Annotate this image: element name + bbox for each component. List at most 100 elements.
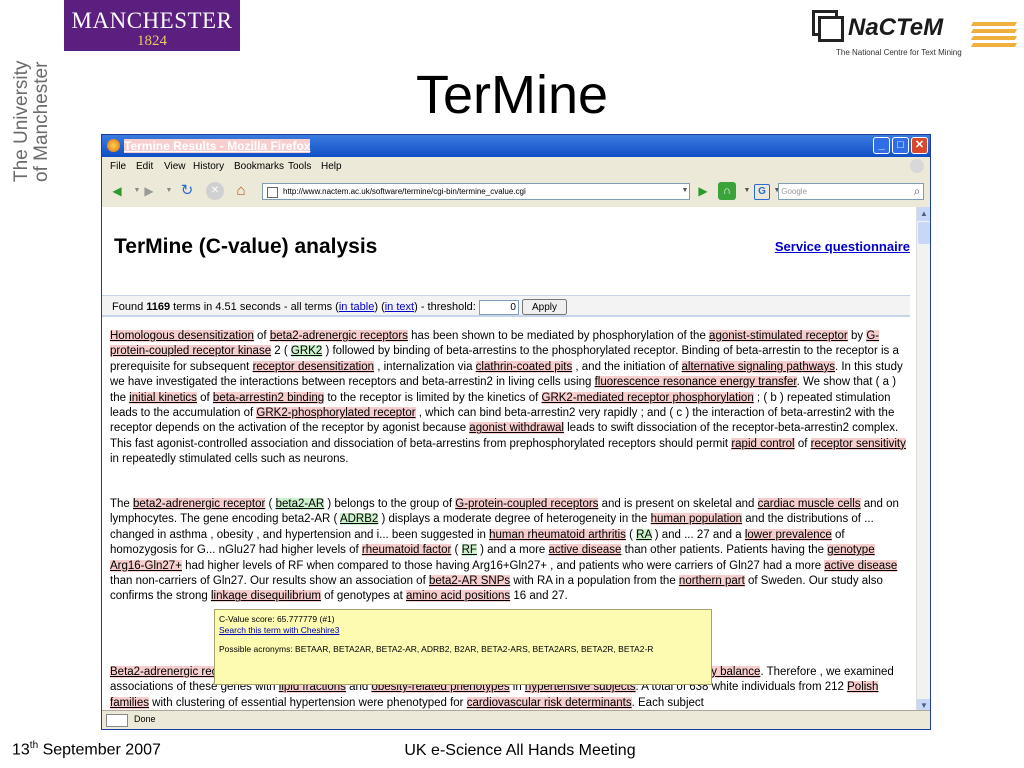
found-mid: terms in 4.51 seconds - all terms ( — [170, 301, 339, 313]
acronym-highlight[interactable]: ADRB2 — [339, 513, 379, 526]
acronym-highlight[interactable]: RF — [461, 544, 477, 557]
cheshire-search-link[interactable]: Search this term with Cheshire3 — [219, 625, 707, 636]
in-text-link[interactable]: in text — [385, 301, 414, 313]
plain-text: ) and ... 27 and a — [651, 528, 745, 541]
maximize-button[interactable]: □ — [892, 137, 909, 154]
url-dropdown-icon[interactable]: ▼ — [676, 182, 694, 200]
apply-button[interactable]: Apply — [521, 299, 567, 316]
plain-text: of — [253, 330, 270, 342]
footer-date: 13th September 2007 — [12, 740, 161, 759]
menu-help[interactable]: Help — [321, 161, 342, 172]
term-highlight[interactable]: beta2-AR SNPs — [428, 575, 511, 588]
plain-text: than non-carriers of Gln27. Our results … — [110, 575, 429, 588]
url-input[interactable]: http://www.nactem.ac.uk/software/termine… — [262, 183, 690, 200]
nactem-stripes-icon — [970, 22, 1018, 50]
plain-text: has been shown to be mediated by phospho… — [407, 330, 710, 342]
term-highlight[interactable]: lower prevalence — [744, 528, 832, 541]
plain-text: ) and a more — [476, 544, 549, 557]
threshold-input[interactable] — [478, 299, 519, 315]
plain-text: 2 ( — [271, 345, 291, 358]
found-count: 1169 — [146, 301, 171, 313]
term-highlight[interactable]: beta2-adrenergic receptor — [133, 498, 266, 510]
term-highlight[interactable]: active disease — [824, 559, 898, 572]
stop-icon[interactable]: ✕ — [206, 182, 224, 200]
footer-date-rest: September 2007 — [38, 741, 161, 759]
footer-date-day: 13 — [12, 741, 30, 759]
term-highlight[interactable]: beta2-adrenergic receptors — [269, 330, 408, 342]
term-highlight[interactable]: GRK2-mediated receptor phosphorylation — [541, 391, 754, 404]
term-highlight[interactable]: G-protein-coupled receptors — [455, 498, 599, 510]
close-button[interactable]: ✕ — [911, 137, 928, 154]
url-text: http://www.nactem.ac.uk/software/termine… — [283, 187, 526, 196]
term-highlight[interactable]: clathrin-coated pits — [475, 360, 573, 373]
in-table-link[interactable]: in table — [339, 301, 374, 313]
plain-text: , and the initiation of — [572, 360, 682, 373]
term-tooltip: C-Value score: 65.777779 (#1) Search thi… — [214, 609, 712, 685]
term-highlight[interactable]: alternative signaling pathways — [681, 360, 835, 373]
navigation-toolbar: ◀ ▼ ▶ ▼ ↻ ✕ ⌂ http://www.nactem.ac.uk/so… — [102, 177, 930, 205]
home-icon[interactable]: ⌂ — [232, 182, 250, 200]
search-icon[interactable]: ⌕ — [908, 182, 926, 200]
scroll-thumb[interactable] — [918, 222, 930, 244]
forward-dropdown-icon[interactable]: ▼ — [160, 182, 178, 200]
acronym-highlight[interactable]: beta2-AR — [275, 498, 325, 510]
plain-text: ( — [625, 528, 637, 541]
title-bar[interactable]: Termine Results - Mozilla Firefox _ □ ✕ — [102, 135, 930, 157]
plain-text: in repeatedly stimulated cells such as n… — [110, 453, 349, 466]
go-icon[interactable]: ▶ — [694, 182, 712, 200]
window-title: Termine Results - Mozilla Firefox — [124, 139, 311, 153]
plain-text: with clustering of essential hypertensio… — [148, 696, 467, 709]
term-highlight[interactable]: northern part — [678, 575, 745, 588]
term-highlight[interactable]: linkage disequilibrium — [210, 590, 321, 603]
plain-text: ( — [451, 544, 462, 557]
plain-text: . Each subject — [631, 696, 704, 709]
term-highlight[interactable]: active disease — [548, 544, 622, 557]
plain-text: of — [794, 437, 811, 450]
minimize-button[interactable]: _ — [873, 137, 890, 154]
reload-icon[interactable]: ↻ — [178, 182, 196, 200]
menu-view[interactable]: View — [164, 161, 186, 172]
menu-bookmarks[interactable]: Bookmarks — [234, 161, 284, 172]
term-highlight[interactable]: cardiac muscle cells — [757, 498, 861, 510]
throbber-icon — [910, 159, 924, 173]
plain-text: ) belongs to the group of — [324, 498, 456, 510]
search-input[interactable]: Google — [778, 183, 924, 200]
term-highlight[interactable]: receptor desensitization — [252, 360, 375, 373]
plain-text: ) displays a moderate degree of heteroge… — [378, 513, 651, 526]
addon-icon[interactable]: ∩ — [718, 182, 736, 200]
vertical-scrollbar[interactable]: ▲ ▼ — [916, 207, 930, 713]
term-highlight[interactable]: initial kinetics — [129, 391, 197, 404]
term-highlight[interactable]: receptor sensitivity — [810, 437, 906, 450]
menu-file[interactable]: File — [110, 161, 126, 172]
term-highlight[interactable]: cardiovascular risk determinants — [466, 696, 632, 709]
term-highlight[interactable]: amino acid positions — [405, 590, 511, 603]
term-highlight[interactable]: GRK2-phosphorylated receptor — [256, 407, 416, 420]
service-questionnaire-link[interactable]: Service questionnaire — [775, 239, 910, 254]
nactem-mark-icon-inner — [818, 16, 844, 42]
menu-tools[interactable]: Tools — [288, 161, 311, 172]
term-highlight[interactable]: rapid control — [731, 437, 795, 450]
acronym-highlight[interactable]: RA — [636, 528, 652, 541]
back-icon[interactable]: ◀ — [108, 182, 126, 200]
page-heading: TerMine (C-value) analysis — [114, 235, 378, 258]
page-content: TerMine (C-value) analysis Service quest… — [102, 207, 916, 713]
status-icon — [106, 714, 128, 727]
firefox-icon — [107, 139, 120, 152]
acronym-highlight[interactable]: GRK2 — [290, 345, 323, 358]
scroll-up-icon[interactable]: ▲ — [917, 207, 930, 221]
tooltip-acronyms: Possible acronyms: BETAAR, BETA2AR, BETA… — [219, 644, 654, 654]
term-highlight[interactable]: agonist-stimulated receptor — [709, 330, 848, 342]
term-highlight[interactable]: human rheumatoid arthritis — [489, 528, 626, 541]
plain-text: and is present on skeletal and — [598, 498, 758, 510]
term-highlight[interactable]: rheumatoid factor — [361, 544, 452, 557]
term-highlight[interactable]: agonist withdrawal — [469, 422, 564, 435]
term-highlight[interactable]: beta-arrestin2 binding — [212, 391, 325, 404]
menu-history[interactable]: History — [193, 161, 224, 172]
menu-edit[interactable]: Edit — [136, 161, 153, 172]
term-highlight[interactable]: fluorescence resonance energy transfer — [594, 376, 797, 389]
term-highlight[interactable]: Homologous desensitization — [110, 330, 254, 342]
plain-text: of genotypes at — [320, 590, 406, 603]
plain-text: ( — [265, 498, 276, 510]
forward-icon[interactable]: ▶ — [140, 182, 158, 200]
term-highlight[interactable]: human population — [650, 513, 743, 526]
